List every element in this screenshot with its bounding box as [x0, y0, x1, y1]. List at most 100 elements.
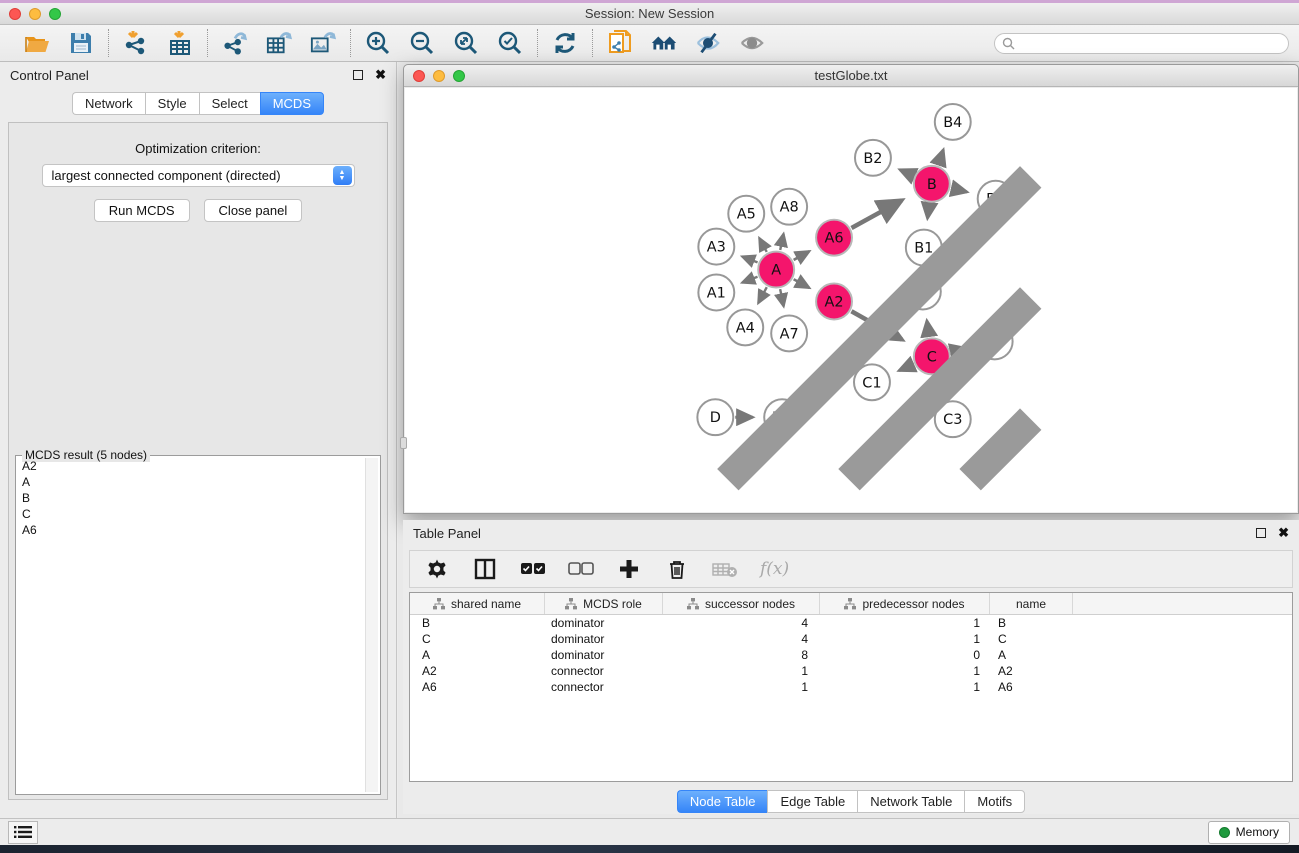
- create-column-icon[interactable]: [616, 556, 642, 582]
- float-table-panel-icon[interactable]: [1256, 528, 1266, 538]
- zoom-selected-icon[interactable]: [497, 30, 523, 56]
- optimization-criterion-select[interactable]: largest connected component (directed) ▲…: [42, 164, 355, 187]
- home-icon[interactable]: [651, 30, 677, 56]
- table-cell[interactable]: 0: [820, 647, 990, 663]
- tab-network-table[interactable]: Network Table: [857, 790, 964, 813]
- close-panel-icon[interactable]: ✖: [375, 70, 386, 80]
- column-header-mcds-role[interactable]: MCDS role: [545, 593, 663, 614]
- tab-select[interactable]: Select: [199, 92, 260, 115]
- table-cell[interactable]: B: [410, 615, 545, 631]
- run-mcds-button[interactable]: Run MCDS: [94, 199, 190, 222]
- zoom-out-icon[interactable]: [409, 30, 435, 56]
- table-cell[interactable]: B: [990, 615, 1073, 631]
- mcds-result-list[interactable]: A2ABCA6: [18, 458, 364, 792]
- table-cell[interactable]: C: [990, 631, 1073, 647]
- export-table-icon[interactable]: [266, 30, 292, 56]
- result-item[interactable]: C: [18, 506, 364, 522]
- result-item[interactable]: A2: [18, 458, 364, 474]
- table-tabs: Node Table Edge Table Network Table Moti…: [403, 790, 1299, 813]
- task-history-button[interactable]: [8, 821, 38, 844]
- table-cell[interactable]: 1: [663, 663, 820, 679]
- table-row[interactable]: A2connector11A2: [410, 663, 1292, 679]
- column-header-predecessor-nodes[interactable]: predecessor nodes: [820, 593, 990, 614]
- tab-style[interactable]: Style: [145, 92, 199, 115]
- table-cell[interactable]: C: [410, 631, 545, 647]
- float-panel-icon[interactable]: [353, 70, 363, 80]
- table-header-row: shared name MCDS role successor nodes pr…: [410, 593, 1292, 615]
- selected-criterion: largest connected component (directed): [43, 168, 333, 183]
- zoom-in-icon[interactable]: [365, 30, 391, 56]
- memory-button[interactable]: Memory: [1208, 821, 1290, 844]
- result-item[interactable]: A6: [18, 522, 364, 538]
- control-panel-title: Control Panel: [10, 68, 89, 83]
- table-row[interactable]: Cdominator41C: [410, 631, 1292, 647]
- close-table-panel-icon[interactable]: ✖: [1278, 528, 1289, 538]
- table-row[interactable]: Bdominator41B: [410, 615, 1292, 631]
- table-cell[interactable]: A2: [990, 663, 1073, 679]
- table-cell[interactable]: 4: [663, 631, 820, 647]
- memory-label: Memory: [1236, 825, 1279, 839]
- show-columns-icon[interactable]: [472, 556, 498, 582]
- toolbar-search: [994, 33, 1289, 54]
- copy-network-icon[interactable]: [607, 30, 633, 56]
- save-session-icon[interactable]: [68, 30, 94, 56]
- tab-edge-table[interactable]: Edge Table: [767, 790, 857, 813]
- table-cell[interactable]: A6: [990, 679, 1073, 695]
- deselect-all-icon[interactable]: [568, 556, 594, 582]
- table-cell[interactable]: 1: [820, 631, 990, 647]
- splitter-grip[interactable]: [400, 437, 407, 449]
- table-cell[interactable]: connector: [545, 679, 663, 695]
- open-file-icon[interactable]: [24, 30, 50, 56]
- table-cell[interactable]: 1: [663, 679, 820, 695]
- table-cell[interactable]: dominator: [545, 647, 663, 663]
- tab-mcds[interactable]: MCDS: [260, 92, 324, 115]
- table-row[interactable]: Adominator80A: [410, 647, 1292, 663]
- delete-column-icon[interactable]: [664, 556, 690, 582]
- attribute-icon: [433, 598, 445, 610]
- table-cell[interactable]: A6: [410, 679, 545, 695]
- tab-network[interactable]: Network: [72, 92, 145, 115]
- export-image-icon[interactable]: [310, 30, 336, 56]
- window-resize-grip[interactable]: [403, 86, 1295, 510]
- table-settings-gear-icon[interactable]: [424, 556, 450, 582]
- network-window-titlebar[interactable]: testGlobe.txt: [404, 65, 1298, 87]
- attribute-icon: [687, 598, 699, 610]
- export-network-icon[interactable]: [222, 30, 248, 56]
- tab-motifs[interactable]: Motifs: [964, 790, 1025, 813]
- table-cell[interactable]: A2: [410, 663, 545, 679]
- column-header-name[interactable]: name: [990, 593, 1073, 614]
- table-cell[interactable]: 1: [820, 663, 990, 679]
- select-all-icon[interactable]: [520, 556, 546, 582]
- table-body: Bdominator41BCdominator41CAdominator80AA…: [410, 615, 1292, 695]
- table-cell[interactable]: dominator: [545, 615, 663, 631]
- column-header-successor-nodes[interactable]: successor nodes: [663, 593, 820, 614]
- table-cell[interactable]: 8: [663, 647, 820, 663]
- table-cell[interactable]: 1: [820, 679, 990, 695]
- table-cell[interactable]: 1: [820, 615, 990, 631]
- table-cell[interactable]: 4: [663, 615, 820, 631]
- delete-table-icon[interactable]: [712, 556, 738, 582]
- hide-graphics-details-icon[interactable]: [695, 30, 721, 56]
- import-network-icon[interactable]: [123, 30, 149, 56]
- result-item[interactable]: A: [18, 474, 364, 490]
- show-graphics-details-icon[interactable]: [739, 30, 765, 56]
- node-table: shared name MCDS role successor nodes pr…: [409, 592, 1293, 782]
- result-item[interactable]: B: [18, 490, 364, 506]
- table-row[interactable]: A6connector11A6: [410, 679, 1292, 695]
- mcds-tab-content: Optimization criterion: largest connecte…: [8, 122, 388, 800]
- table-cell[interactable]: dominator: [545, 631, 663, 647]
- table-cell[interactable]: A: [410, 647, 545, 663]
- table-cell[interactable]: A: [990, 647, 1073, 663]
- table-cell[interactable]: connector: [545, 663, 663, 679]
- network-canvas[interactable]: B4B2BB3A8A5A6A3B1AA1C2A2A4A7C4CC1DD1C3: [405, 88, 1297, 512]
- column-header-shared-name[interactable]: shared name: [410, 593, 545, 614]
- main-toolbar: [0, 25, 1299, 62]
- close-panel-button[interactable]: Close panel: [204, 199, 303, 222]
- tab-node-table[interactable]: Node Table: [677, 790, 768, 813]
- zoom-fit-icon[interactable]: [453, 30, 479, 56]
- function-builder-icon[interactable]: f(x): [760, 559, 789, 579]
- import-table-icon[interactable]: [167, 30, 193, 56]
- apply-layout-icon[interactable]: [552, 30, 578, 56]
- search-input[interactable]: [994, 33, 1289, 54]
- result-scrollbar[interactable]: [365, 458, 378, 792]
